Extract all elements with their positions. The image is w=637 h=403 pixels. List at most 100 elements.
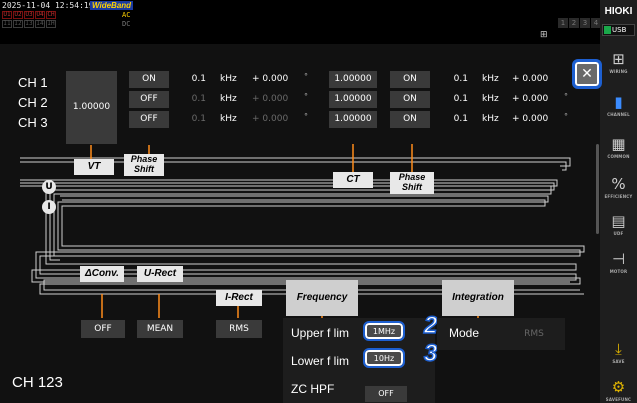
channel-group-label: CH 123: [12, 374, 63, 391]
mode-label: Mode: [449, 326, 480, 340]
lamp: I1: [2, 20, 12, 28]
vt-block: VT: [74, 159, 114, 175]
close-button[interactable]: ✕: [572, 59, 602, 89]
channel-indicator: 3: [580, 18, 590, 28]
i-rect-block: I-Rect: [216, 290, 262, 306]
degree-symbol: °: [304, 92, 308, 101]
ct-phase-freq-ch2[interactable]: 0.1: [440, 91, 468, 108]
voltage-range-lamps: U1 U2 U3 U4 CH: [2, 11, 56, 19]
side-button-label: SAVE: [612, 359, 625, 364]
side-button-label: MOTOR: [609, 269, 628, 274]
lamp: IH: [46, 20, 56, 28]
ct-block: CT: [333, 172, 373, 188]
network-icon: ⊞: [540, 30, 548, 40]
ct-phase-freq-ch1[interactable]: 0.1: [440, 71, 468, 88]
current-range-lamps: I1 I2 I3 I4 IH: [2, 20, 56, 28]
side-button-channel[interactable]: ▮ CHANNEL: [600, 93, 637, 117]
degree-symbol: °: [564, 112, 568, 121]
lamp: U1: [2, 11, 12, 19]
zc-hpf-label: ZC HPF: [291, 382, 335, 396]
degree-symbol: °: [304, 72, 308, 81]
ct-ratio-ch1[interactable]: 1.00000: [329, 71, 377, 88]
vt-phase-freq-ch2[interactable]: 0.1: [178, 91, 206, 108]
ct-phase-deg-ch3[interactable]: + 0.000: [512, 111, 548, 128]
lower-limit-select[interactable]: 10Hz: [363, 348, 405, 368]
upper-limit-label: Upper f lim: [291, 326, 350, 340]
ct-phase-freq-ch3[interactable]: 0.1: [440, 111, 468, 128]
zc-hpf-select[interactable]: OFF: [365, 386, 407, 402]
ct-phase-shift-block: Phase Shift: [390, 172, 434, 194]
side-button-label: SAVEFUNC: [605, 397, 632, 402]
timestamp: 2025-11-04 12:54:19: [2, 1, 94, 10]
row-label-ch2: CH 2: [18, 95, 48, 110]
vt-phase-freq-ch3[interactable]: 0.1: [178, 111, 206, 128]
mode-select[interactable]: RMS: [510, 326, 558, 342]
ct-phase-toggle-ch3[interactable]: ON: [390, 111, 430, 128]
delta-conversion-select[interactable]: OFF: [81, 320, 125, 338]
vt-phase-deg-ch2[interactable]: + 0.000: [252, 91, 288, 108]
vt-phase-toggle-ch1[interactable]: ON: [129, 71, 169, 88]
ct-ratio-ch3[interactable]: 1.00000: [329, 111, 377, 128]
lamp: I3: [24, 20, 34, 28]
vt-phase-deg-ch3[interactable]: + 0.000: [252, 111, 288, 128]
usb-label: USB: [612, 26, 627, 34]
vt-phase-toggle-ch3[interactable]: OFF: [129, 111, 169, 128]
freq-unit-label: kHz: [220, 94, 237, 104]
channel-indicator: 1: [558, 18, 568, 28]
degree-symbol: °: [304, 112, 308, 121]
ct-phase-toggle-ch2[interactable]: ON: [390, 91, 430, 108]
channel-indicator: 2: [569, 18, 579, 28]
integration-block: Integration: [442, 280, 514, 316]
side-button-efficiency[interactable]: % EFFICIENCY: [600, 175, 637, 199]
side-button-label: WIRING: [609, 69, 628, 74]
freq-unit-label: kHz: [220, 114, 237, 124]
u-rect-select[interactable]: MEAN: [137, 320, 183, 338]
vt-phase-toggle-ch2[interactable]: OFF: [129, 91, 169, 108]
efficiency-icon: %: [611, 175, 626, 193]
save-icon: ⤓: [615, 340, 622, 358]
savefunc-icon: ⚙: [611, 378, 626, 396]
mode-badge: WideBand: [90, 1, 134, 10]
degree-symbol: °: [564, 92, 568, 101]
vt-phase-freq-ch1[interactable]: 0.1: [178, 71, 206, 88]
lamp: I4: [35, 20, 45, 28]
motor-icon: ⊣: [611, 250, 626, 268]
callout-3: 3: [423, 339, 438, 368]
integration-settings: Mode RMS: [437, 318, 565, 350]
side-button-common[interactable]: ▦ COMMON: [600, 135, 637, 159]
callout-2: 2: [423, 311, 438, 340]
ct-phase-deg-ch2[interactable]: + 0.000: [512, 91, 548, 108]
lower-limit-label: Lower f lim: [291, 354, 350, 368]
side-button-savefunc[interactable]: ⚙ SAVEFUNC: [600, 378, 637, 402]
side-button-motor[interactable]: ⊣ MOTOR: [600, 250, 637, 274]
vt-ratio-field[interactable]: 1.00000: [66, 71, 117, 144]
ct-ratio-ch2[interactable]: 1.00000: [329, 91, 377, 108]
vt-phase-deg-ch1[interactable]: + 0.000: [252, 71, 288, 88]
lamp: U2: [13, 11, 23, 19]
side-button-save[interactable]: ⤓ SAVE: [600, 340, 637, 364]
delta-conversion-block: ΔConv.: [80, 266, 124, 282]
dc-indicator: DC: [122, 20, 131, 28]
lamp: I2: [13, 20, 23, 28]
lamp: U4: [35, 11, 45, 19]
scrollbar[interactable]: [596, 144, 599, 234]
upper-limit-select[interactable]: 1MHz: [363, 321, 405, 341]
freq-unit-label: kHz: [482, 94, 499, 104]
side-button-udf[interactable]: ▤ UDF: [600, 212, 637, 236]
udf-icon: ▤: [611, 212, 626, 230]
frequency-block: Frequency: [286, 280, 358, 316]
voltage-input-marker: U: [42, 180, 56, 194]
u-rect-block: U-Rect: [137, 266, 183, 282]
usb-indicator-icon: [604, 26, 611, 34]
ct-phase-toggle-ch1[interactable]: ON: [390, 71, 430, 88]
lamp: U3: [24, 11, 34, 19]
i-rect-select[interactable]: RMS: [216, 320, 262, 338]
row-label-ch1: CH 1: [18, 75, 48, 90]
channel-icon: ▮: [614, 93, 623, 111]
side-button-wiring[interactable]: ⊞ WIRING: [600, 50, 637, 74]
side-button-label: COMMON: [607, 154, 630, 159]
ct-phase-deg-ch1[interactable]: + 0.000: [512, 71, 548, 88]
brand-logo: HIOKI: [604, 6, 633, 17]
current-input-marker: I: [42, 200, 56, 214]
vt-phase-shift-block: Phase Shift: [124, 154, 164, 176]
